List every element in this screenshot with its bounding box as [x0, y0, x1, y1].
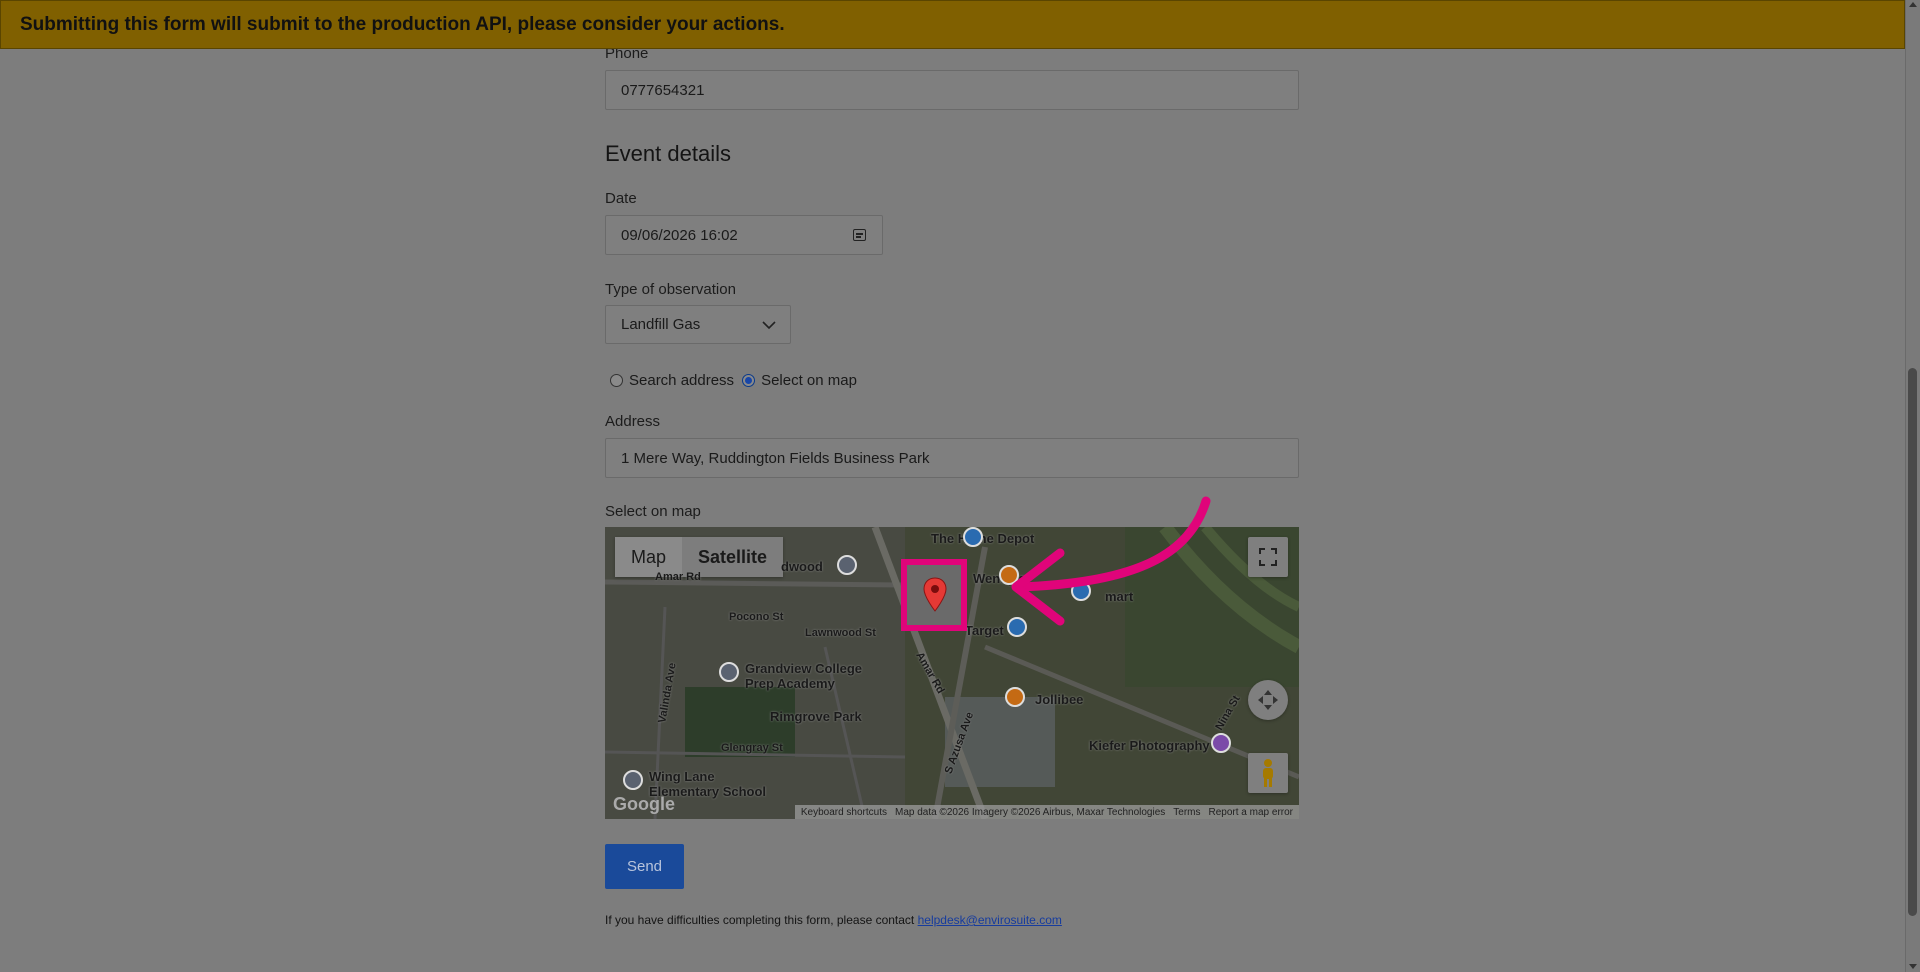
observation-type-select[interactable]: Landfill Gas: [605, 305, 791, 344]
pegman-icon: [1263, 759, 1273, 787]
poi-photography-icon[interactable]: [1211, 733, 1231, 753]
poi-generic-icon[interactable]: [837, 555, 857, 575]
keyboard-shortcuts-link[interactable]: Keyboard shortcuts: [801, 807, 887, 818]
location-mode-radio-group: Search address Select on map: [610, 372, 865, 389]
date-label: Date: [605, 190, 637, 207]
radio-search-address-label[interactable]: Search address: [629, 372, 734, 389]
observation-type-label: Type of observation: [605, 281, 736, 298]
map-label-amar-rd: Amar Rd: [655, 571, 701, 583]
scroll-down-icon[interactable]: [1909, 964, 1917, 969]
annotation-arrow-icon: [1011, 496, 1211, 626]
map-label-grandview: Grandview College: [745, 661, 863, 676]
banner-text: Submitting this form will submit to the …: [20, 13, 785, 35]
date-value: 09/06/2026 16:02: [621, 226, 738, 244]
select-on-map-label: Select on map: [605, 503, 701, 520]
location-pin-icon[interactable]: [922, 577, 948, 613]
poi-school-icon[interactable]: [719, 662, 739, 682]
poi-store-icon[interactable]: [963, 527, 983, 547]
pan-arrows-icon: [1258, 690, 1278, 710]
map-attribution-bar: Keyboard shortcuts Map data ©2026 Imager…: [794, 805, 1299, 819]
scrollbar-thumb[interactable]: [1908, 368, 1917, 916]
address-value: 1 Mere Way, Ruddington Fields Business P…: [621, 449, 930, 467]
map-label-kiefer: Kiefer Photography: [1089, 738, 1210, 753]
street-view-pegman-button[interactable]: [1248, 753, 1288, 793]
phone-input[interactable]: 0777654321: [605, 70, 1299, 110]
map-label-target: Target: [965, 623, 1004, 638]
footer-text: If you have difficulties completing this…: [605, 913, 918, 927]
map-label-wing-lane: Wing Lane: [649, 769, 715, 784]
send-button[interactable]: Send: [605, 844, 684, 889]
map-label-glengray: Glengray St: [721, 742, 783, 754]
map-label-jollibee: Jollibee: [1035, 692, 1084, 707]
radio-select-on-map[interactable]: [742, 374, 756, 387]
map-data-text: Map data ©2026 Imagery ©2026 Airbus, Max…: [895, 806, 1166, 818]
phone-value: 0777654321: [621, 81, 705, 99]
map-label-prep: Prep Academy: [745, 676, 835, 691]
date-input[interactable]: 09/06/2026 16:02: [605, 215, 883, 255]
google-logo: Google: [613, 794, 675, 814]
camera-control-button[interactable]: [1248, 680, 1288, 720]
calendar-icon[interactable]: [853, 229, 866, 241]
page-scrollbar[interactable]: [1905, 0, 1920, 972]
footer-help-text: If you have difficulties completing this…: [605, 913, 1062, 927]
event-details-heading: Event details: [605, 141, 731, 166]
poi-food-icon[interactable]: [1005, 687, 1025, 707]
address-label: Address: [605, 413, 661, 430]
map-label-rimgrove: Rimgrove Park: [770, 709, 862, 724]
report-map-error-link[interactable]: Report a map error: [1209, 807, 1293, 818]
helpdesk-email-link[interactable]: helpdesk@envirosuite.com: [918, 913, 1062, 927]
poi-elementary-school-icon[interactable]: [623, 770, 643, 790]
fullscreen-icon: [1259, 548, 1277, 566]
radio-search-address[interactable]: [610, 374, 623, 387]
radio-select-on-map-label[interactable]: Select on map: [761, 372, 857, 389]
address-input[interactable]: 1 Mere Way, Ruddington Fields Business P…: [605, 438, 1299, 478]
terms-link[interactable]: Terms: [1173, 807, 1200, 818]
production-warning-banner: Submitting this form will submit to the …: [0, 0, 1905, 49]
scroll-up-icon[interactable]: [1909, 2, 1917, 7]
map-label-lawnwood: Lawnwood St: [805, 627, 876, 639]
map-label-pocono: Pocono St: [729, 611, 784, 623]
chevron-down-icon: [762, 321, 776, 330]
map-label-wood: dwood: [781, 559, 823, 574]
observation-type-value: Landfill Gas: [621, 316, 701, 333]
fullscreen-button[interactable]: [1248, 537, 1288, 577]
